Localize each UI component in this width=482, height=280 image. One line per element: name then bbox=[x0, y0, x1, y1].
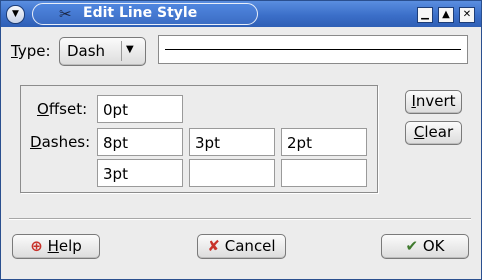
cancel-button[interactable]: ✘ Cancel bbox=[197, 234, 286, 259]
line-style-preview bbox=[158, 35, 468, 64]
close-button[interactable]: ✕ bbox=[459, 7, 475, 23]
offset-label: Offset: bbox=[37, 100, 88, 118]
dash-input-3[interactable]: 2pt bbox=[281, 128, 367, 156]
edit-line-style-dialog: ▼ ✂ Edit Line Style ▁ ▲ ✕ Type: Dash ▼ O… bbox=[0, 0, 482, 280]
dash-input-6[interactable] bbox=[281, 159, 367, 187]
maximize-button[interactable]: ▲ bbox=[438, 7, 454, 23]
minimize-button[interactable]: ▁ bbox=[417, 7, 433, 23]
dash-input-1[interactable]: 8pt bbox=[97, 128, 183, 156]
preview-line bbox=[165, 49, 461, 50]
help-button[interactable]: ⊕ Help bbox=[12, 234, 100, 259]
type-label: Type: bbox=[11, 42, 51, 60]
dashes-label: Dashes: bbox=[30, 133, 91, 151]
maximize-icon: ▲ bbox=[442, 9, 450, 20]
scissors-icon: ✂ bbox=[59, 5, 72, 23]
type-selected-value: Dash bbox=[67, 42, 106, 60]
help-lifebuoy-icon: ⊕ bbox=[30, 237, 43, 255]
chevron-down-icon: ▼ bbox=[12, 9, 19, 19]
window-menu-button[interactable]: ▼ bbox=[6, 5, 25, 24]
cancel-x-icon: ✘ bbox=[207, 237, 220, 255]
title-pill: ✂ Edit Line Style bbox=[32, 3, 258, 25]
title-bar[interactable]: ▼ ✂ Edit Line Style ▁ ▲ ✕ bbox=[1, 1, 481, 27]
dash-input-5[interactable] bbox=[189, 159, 275, 187]
clear-button[interactable]: Clear bbox=[405, 121, 462, 145]
dropdown-divider bbox=[121, 41, 122, 61]
ok-checkmark-icon: ✔ bbox=[405, 237, 419, 255]
ok-button[interactable]: ✔ OK bbox=[381, 234, 469, 259]
window-title: Edit Line Style bbox=[83, 5, 198, 21]
dash-input-2[interactable]: 3pt bbox=[189, 128, 275, 156]
invert-button[interactable]: Invert bbox=[405, 90, 462, 114]
footer-separator bbox=[9, 218, 471, 220]
offset-input[interactable]: 0pt bbox=[97, 95, 183, 123]
type-dropdown[interactable]: Dash ▼ bbox=[59, 37, 146, 66]
close-icon: ✕ bbox=[462, 9, 472, 20]
minimize-icon: ▁ bbox=[421, 9, 429, 20]
dropdown-arrow-icon: ▼ bbox=[126, 44, 134, 55]
dash-input-4[interactable]: 3pt bbox=[97, 159, 183, 187]
